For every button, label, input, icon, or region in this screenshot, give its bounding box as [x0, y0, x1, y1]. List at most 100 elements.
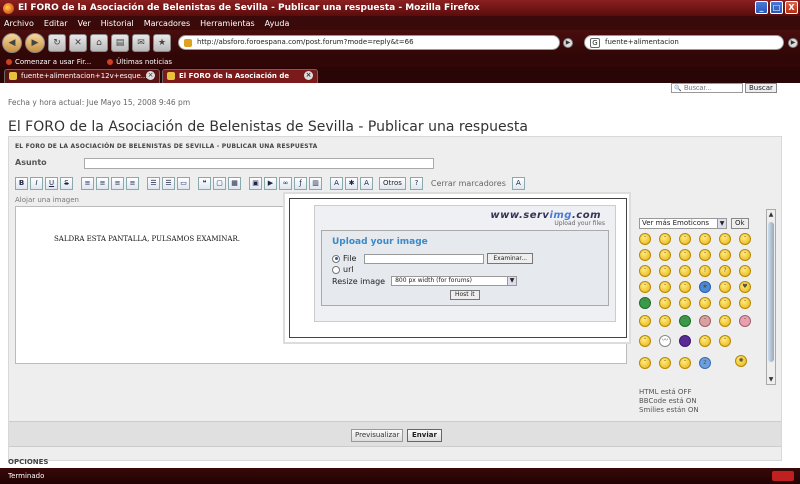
smilies-scrollbar[interactable]: ▲ ▼	[766, 209, 776, 385]
smiley-icon[interactable]: ᵔ	[679, 297, 691, 309]
smiley-icon[interactable]: ᵔ	[659, 281, 671, 293]
preview-button[interactable]: Previsualizar	[351, 429, 404, 442]
search-bar[interactable]: G fuente+alimentacion	[584, 35, 784, 50]
bookmark-getting-started[interactable]: Comenzar a usar Fir...	[6, 58, 91, 66]
underline-button[interactable]: U	[45, 177, 58, 190]
smiley-icon[interactable]: ?	[719, 265, 731, 277]
link-icon[interactable]: ∞	[279, 177, 292, 190]
tab-search[interactable]: fuente+alimentacion+12v+esque... ×	[4, 69, 160, 83]
smiley-icon[interactable]: ᵔ	[679, 265, 691, 277]
smiley-icon[interactable]: ᵔ	[679, 281, 691, 293]
browse-button[interactable]: Examinar...	[487, 253, 534, 264]
smiley-icon[interactable]: ᵔ	[739, 297, 751, 309]
other-button[interactable]: Otros	[379, 177, 406, 190]
mail-icon[interactable]: ✉	[132, 34, 150, 52]
host-it-button[interactable]: Host it	[450, 290, 480, 300]
bookmark-star-icon[interactable]: ★	[153, 34, 171, 52]
smiley-icon[interactable]: ᵔ	[659, 357, 671, 369]
emoticons-select[interactable]: Ver más Emoticons ▼	[639, 218, 727, 229]
scroll-thumb[interactable]	[768, 222, 774, 362]
table-icon[interactable]: ▦	[228, 177, 241, 190]
pig-icon[interactable]: ᵔ	[699, 315, 711, 327]
star-icon[interactable]: ★	[699, 281, 711, 293]
frog-icon[interactable]: ᵔ	[679, 315, 691, 327]
smiley-icon[interactable]: ᵔ	[659, 233, 671, 245]
host-image-link[interactable]: Alojar una imagen	[15, 196, 79, 204]
smiley-icon[interactable]: ᵔ	[659, 297, 671, 309]
align-left-icon[interactable]: ≡	[81, 177, 94, 190]
subject-input[interactable]	[84, 158, 434, 169]
font-size-icon[interactable]: A	[330, 177, 343, 190]
smiley-icon[interactable]: !	[699, 265, 711, 277]
back-button[interactable]: ◀	[2, 33, 22, 53]
smiley-icon[interactable]: ᵔ	[719, 335, 731, 347]
send-button[interactable]: Enviar	[407, 429, 442, 442]
smiley-icon[interactable]: ᵔ	[719, 315, 731, 327]
tab-close-icon[interactable]: ×	[304, 71, 313, 80]
align-right-icon[interactable]: ≡	[111, 177, 124, 190]
align-justify-icon[interactable]: ≡	[126, 177, 139, 190]
video-icon[interactable]: ▶	[264, 177, 277, 190]
stop-button[interactable]: ✕	[69, 34, 87, 52]
emoticons-ok-button[interactable]: Ok	[731, 218, 749, 229]
scroll-up-icon[interactable]: ▲	[767, 210, 775, 219]
smiley-icon[interactable]: ᵔ	[719, 249, 731, 261]
lips-icon[interactable]: 〰	[659, 335, 671, 347]
tab-close-icon[interactable]: ×	[146, 71, 155, 80]
hr-icon[interactable]: ▭	[177, 177, 190, 190]
bold-button[interactable]: B	[15, 177, 28, 190]
print-icon[interactable]: ▤	[111, 34, 129, 52]
smiley-icon[interactable]: ᵔ	[699, 233, 711, 245]
forum-search-input[interactable]	[671, 83, 743, 93]
smiley-icon[interactable]: ᵔ	[639, 233, 651, 245]
flash-icon[interactable]: ƒ	[294, 177, 307, 190]
sleep-icon[interactable]: z	[699, 357, 711, 369]
search-go-button[interactable]: ▶	[788, 38, 798, 48]
smiley-icon[interactable]: ᵔ	[639, 249, 651, 261]
menu-historial[interactable]: Historial	[101, 19, 134, 28]
menu-ver[interactable]: Ver	[78, 19, 91, 28]
smiley-icon[interactable]: ᵔ	[739, 233, 751, 245]
calendar-icon[interactable]: ▥	[309, 177, 322, 190]
close-tags-link[interactable]: Cerrar marcadores	[431, 179, 506, 188]
align-center-icon[interactable]: ≡	[96, 177, 109, 190]
smiley-icon[interactable]: ᵔ	[739, 265, 751, 277]
smiley-icon[interactable]: ᵔ	[699, 297, 711, 309]
switch-editor-icon[interactable]: A	[511, 177, 525, 190]
italic-button[interactable]: I	[30, 177, 43, 190]
close-button[interactable]: X	[785, 1, 798, 14]
bookmark-latest-news[interactable]: Últimas noticias	[107, 58, 172, 66]
search-engine-icon[interactable]: G	[590, 38, 600, 48]
smiley-icon[interactable]: ᵔ	[719, 281, 731, 293]
pig-face-icon[interactable]: ᵔ	[739, 315, 751, 327]
resize-select[interactable]: 800 px width (for forums) ▼	[391, 276, 518, 286]
menu-herramientas[interactable]: Herramientas	[200, 19, 255, 28]
purple-ball-icon[interactable]: ᵔ	[679, 335, 691, 347]
smiley-icon[interactable]: ᵔ	[639, 265, 651, 277]
smiley-icon[interactable]: ᵔ	[719, 297, 731, 309]
smiley-icon[interactable]: ᵔ	[699, 249, 711, 261]
url-bar[interactable]: http://absforo.foroespana.com/post.forum…	[178, 35, 560, 50]
file-radio[interactable]	[332, 254, 340, 263]
home-button[interactable]: ⌂	[90, 34, 108, 52]
url-radio[interactable]	[332, 265, 340, 274]
list-icon[interactable]: ☰	[147, 177, 160, 190]
menu-archivo[interactable]: Archivo	[4, 19, 34, 28]
heart-icon[interactable]: ♥	[739, 281, 751, 293]
smiley-icon[interactable]: ᵔ	[639, 335, 651, 347]
sun-icon[interactable]: ✺	[735, 355, 747, 367]
forward-button[interactable]: ▶	[25, 33, 45, 53]
image-icon[interactable]: ▣	[249, 177, 262, 190]
forum-search-button[interactable]: Buscar	[745, 83, 777, 93]
smiley-icon[interactable]: ᵔ	[659, 315, 671, 327]
smiley-icon[interactable]: ᵔ	[659, 249, 671, 261]
smiley-icon[interactable]: ᵔ	[679, 249, 691, 261]
strike-button[interactable]: S	[60, 177, 73, 190]
smiley-icon[interactable]: ᵔ	[739, 249, 751, 261]
go-button[interactable]: ▶	[563, 38, 573, 48]
quote-icon[interactable]: ❝	[198, 177, 211, 190]
minimize-button[interactable]: _	[755, 1, 768, 14]
smiley-icon[interactable]: ᵔ	[719, 233, 731, 245]
font-face-icon[interactable]: A	[360, 177, 373, 190]
smiley-icon[interactable]: ᵔ	[639, 357, 651, 369]
